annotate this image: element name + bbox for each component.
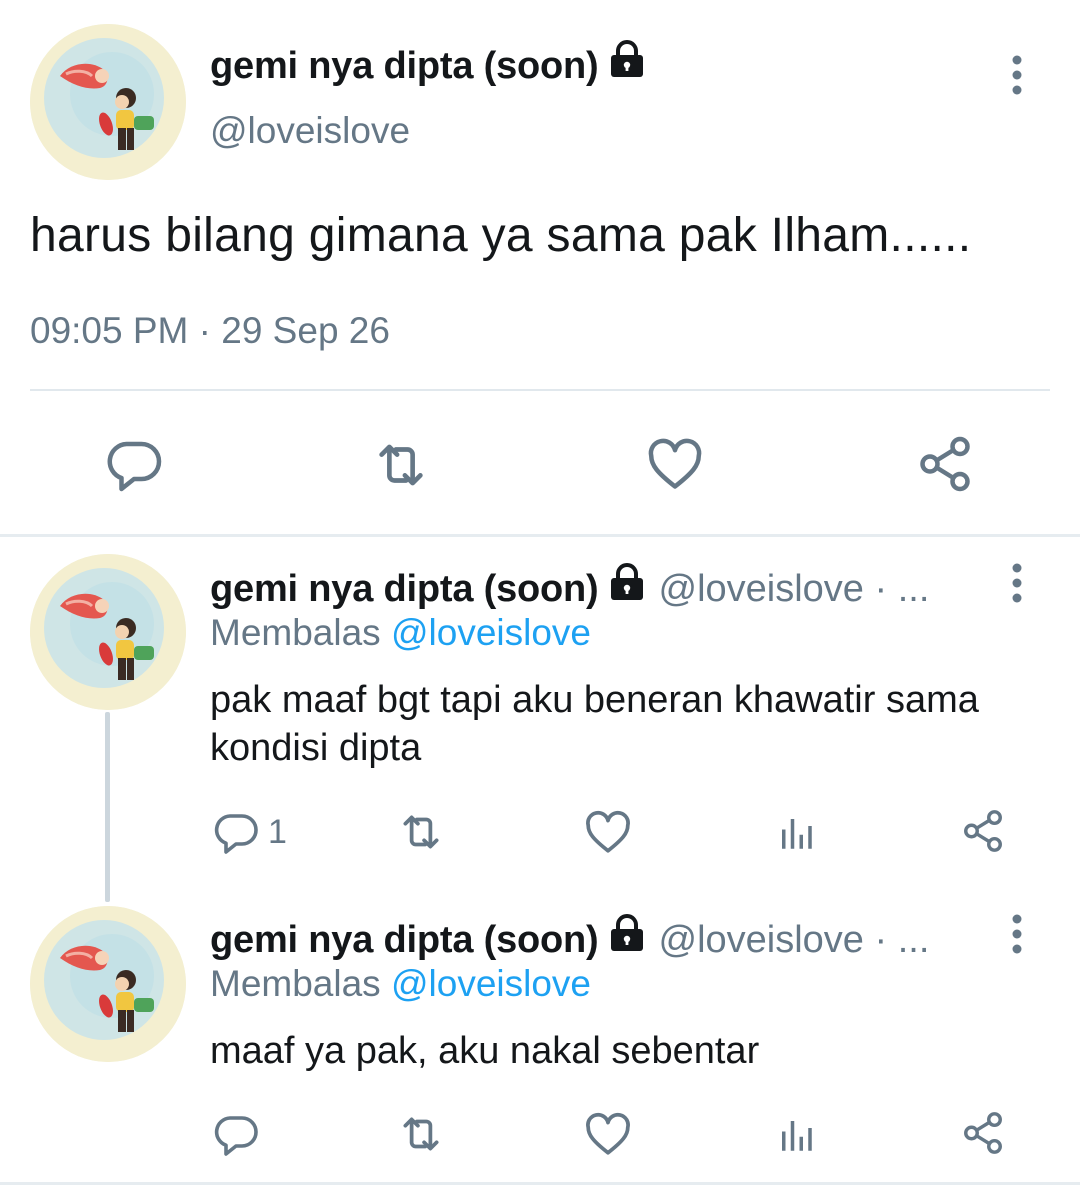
- tweet-text: harus bilang gimana ya sama pak Ilham...…: [30, 209, 972, 262]
- replying-label: Membalas: [210, 612, 381, 653]
- share-icon: [960, 808, 1006, 854]
- mention-link[interactable]: @loveislove: [391, 612, 591, 653]
- author-handle[interactable]: @loveislove: [210, 110, 410, 152]
- retweet-icon: [370, 434, 432, 496]
- avatar[interactable]: [30, 24, 186, 180]
- analytics-button[interactable]: [775, 812, 817, 854]
- replying-to: Membalas @loveislove: [210, 612, 591, 654]
- analytics-icon: [775, 1114, 817, 1156]
- heart-icon: [583, 807, 633, 857]
- avatar[interactable]: [30, 554, 186, 710]
- reply-author-name[interactable]: gemi nya dipta (soon): [210, 568, 599, 610]
- reply-button[interactable]: [212, 1110, 268, 1158]
- analytics-button[interactable]: [775, 1114, 817, 1156]
- more-vertical-icon: [1011, 563, 1023, 603]
- retweet-button[interactable]: [370, 434, 432, 496]
- lock-icon: [607, 914, 647, 964]
- reply-button[interactable]: 1: [212, 808, 287, 856]
- share-button[interactable]: [960, 1110, 1006, 1156]
- heart-icon: [645, 434, 705, 494]
- reply-text: pak maaf bgt tapi aku beneran khawatir s…: [210, 679, 979, 769]
- more-options-button[interactable]: [1011, 563, 1023, 608]
- reply-icon: [212, 808, 260, 856]
- more-vertical-icon: [1011, 55, 1023, 95]
- retweet-button[interactable]: [396, 807, 446, 857]
- author-display-name: gemi nya dipta (soon): [210, 45, 599, 87]
- reply-count: 1: [268, 812, 287, 851]
- share-icon: [960, 1110, 1006, 1156]
- retweet-icon: [396, 1109, 446, 1159]
- author-name[interactable]: gemi nya dipta (soon): [210, 40, 647, 90]
- tweet-timestamp: 09:05 PM · 29 Sep 26: [30, 310, 390, 351]
- divider: [30, 389, 1050, 391]
- reply-icon: [212, 1110, 260, 1158]
- share-button[interactable]: [960, 808, 1006, 854]
- like-button[interactable]: [583, 807, 633, 857]
- more-vertical-icon: [1011, 914, 1023, 954]
- retweet-icon: [396, 807, 446, 857]
- replying-label: Membalas: [210, 963, 381, 1004]
- replying-to: Membalas @loveislove: [210, 963, 591, 1005]
- reply-text: maaf ya pak, aku nakal sebentar: [210, 1030, 760, 1072]
- like-button[interactable]: [583, 1109, 633, 1159]
- mention-link[interactable]: @loveislove: [391, 963, 591, 1004]
- section-divider: [0, 534, 1080, 537]
- reply-header: gemi nya dipta (soon) @loveislove · ...: [210, 563, 980, 613]
- more-options-button[interactable]: [1011, 55, 1023, 100]
- thread-line: [105, 712, 110, 902]
- more-options-button[interactable]: [1011, 914, 1023, 959]
- reply-icon: [104, 434, 164, 494]
- like-button[interactable]: [645, 434, 705, 494]
- share-icon: [915, 434, 975, 494]
- reply-author-handle[interactable]: @loveislove · ...: [659, 568, 930, 610]
- heart-icon: [583, 1109, 633, 1159]
- reply-button[interactable]: [104, 434, 164, 494]
- avatar[interactable]: [30, 906, 186, 1062]
- share-button[interactable]: [915, 434, 975, 494]
- reply-author-name[interactable]: gemi nya dipta (soon): [210, 919, 599, 961]
- analytics-icon: [775, 812, 817, 854]
- retweet-button[interactable]: [396, 1109, 446, 1159]
- lock-icon: [607, 563, 647, 613]
- lock-icon: [607, 40, 647, 90]
- reply-author-handle[interactable]: @loveislove · ...: [659, 919, 930, 961]
- reply-header: gemi nya dipta (soon) @loveislove · ...: [210, 914, 980, 964]
